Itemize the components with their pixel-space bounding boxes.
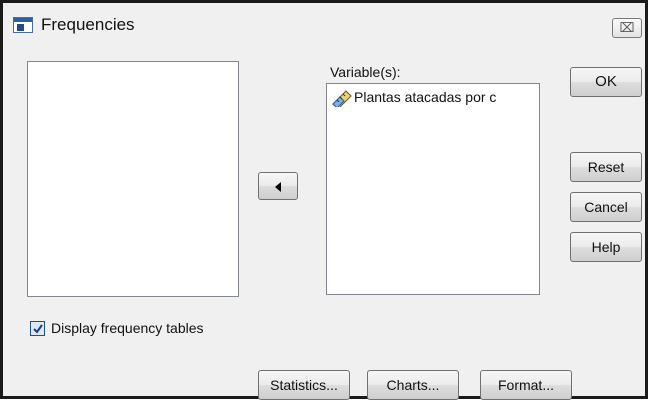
frequencies-dialog: Frequencies ⌧ Variable(s): Plantas ataca… bbox=[0, 0, 648, 400]
dialog-title: Frequencies bbox=[41, 15, 135, 34]
target-variable-list[interactable]: Plantas atacadas por c bbox=[326, 83, 540, 295]
list-item[interactable]: Plantas atacadas por c bbox=[330, 88, 536, 108]
variable-name: Plantas atacadas por c bbox=[354, 89, 497, 105]
arrow-left-icon bbox=[275, 182, 281, 192]
display-frequency-tables-checkbox[interactable] bbox=[30, 321, 45, 336]
scale-ruler-icon bbox=[331, 89, 353, 108]
source-variable-list[interactable] bbox=[27, 61, 239, 297]
reset-button[interactable]: Reset bbox=[570, 152, 642, 182]
spss-dialog-icon bbox=[13, 17, 33, 33]
cancel-button[interactable]: Cancel bbox=[570, 192, 642, 222]
help-button[interactable]: Help bbox=[570, 232, 642, 262]
charts-button[interactable]: Charts... bbox=[367, 370, 459, 400]
statistics-button[interactable]: Statistics... bbox=[258, 370, 350, 400]
close-icon[interactable]: ⌧ bbox=[612, 18, 642, 38]
checkmark-icon bbox=[33, 324, 43, 334]
ok-button[interactable]: OK bbox=[570, 67, 642, 97]
display-frequency-tables-label[interactable]: Display frequency tables bbox=[51, 320, 204, 336]
move-variable-button[interactable] bbox=[258, 172, 298, 200]
format-button[interactable]: Format... bbox=[480, 370, 572, 400]
variables-label: Variable(s): bbox=[330, 64, 401, 80]
title-bar[interactable]: Frequencies ⌧ bbox=[3, 3, 645, 41]
